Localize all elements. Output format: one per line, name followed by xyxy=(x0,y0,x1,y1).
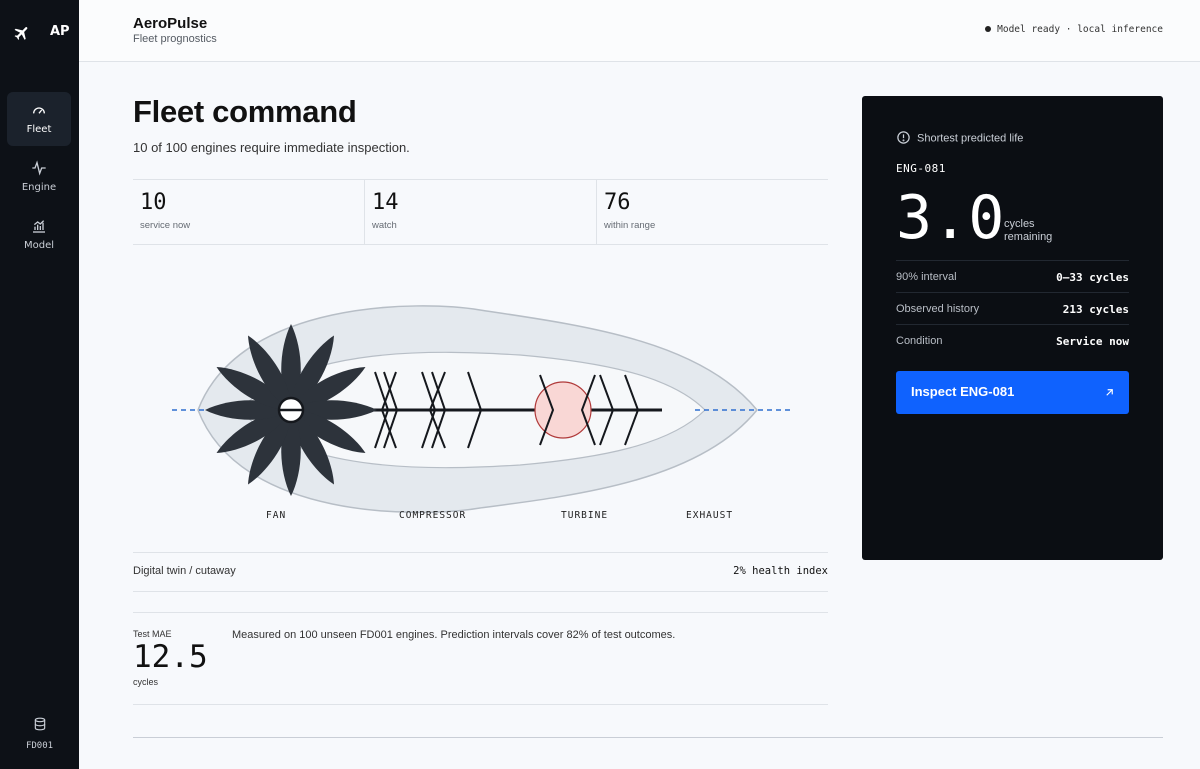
sidebar-item-fleet[interactable]: Fleet xyxy=(7,92,71,146)
divider xyxy=(133,737,1163,738)
chart-icon xyxy=(33,220,45,233)
app-title: AeroPulse xyxy=(133,15,208,32)
brand[interactable]: AP xyxy=(0,22,79,42)
inspect-engine-button[interactable]: Inspect ENG-081 xyxy=(896,371,1129,414)
sidebar: AP Fleet Engine Model FD001 xyxy=(0,0,79,769)
stat-label: watch xyxy=(372,220,397,231)
mae-value: 12.5 xyxy=(133,639,208,675)
section-label-fan: FAN xyxy=(266,510,287,521)
gauge-icon xyxy=(33,107,45,114)
page-title: Fleet command xyxy=(133,94,357,129)
stat-value: 10 xyxy=(140,190,167,215)
row-key: 90% interval xyxy=(896,271,957,283)
inspect-button-label: Inspect ENG-081 xyxy=(911,384,1015,399)
row-value: 213 cycles xyxy=(1062,303,1129,316)
header: AeroPulse Fleet prognostics Model ready … xyxy=(79,0,1200,62)
card-heading-text: Shortest predicted life xyxy=(917,132,1024,145)
cycles-remaining-value: 3.0 xyxy=(896,183,1005,253)
dataset-indicator[interactable]: FD001 xyxy=(0,716,79,751)
row-value: Service now xyxy=(1056,335,1129,348)
arrow-up-right-icon xyxy=(1106,389,1113,396)
alert-circle-icon xyxy=(897,131,910,144)
pulse-icon xyxy=(32,160,46,176)
dataset-label: FD001 xyxy=(25,741,54,751)
stat-label: service now xyxy=(140,220,191,231)
stat-value: 14 xyxy=(372,190,399,215)
row-value: 0–33 cycles xyxy=(1056,271,1129,284)
model-status: Model ready · local inference xyxy=(985,24,1163,35)
health-index: 2% health index xyxy=(733,565,828,577)
row-key: Condition xyxy=(896,335,943,347)
history-row: Observed history 213 cycles xyxy=(896,292,1129,325)
mae-unit: cycles xyxy=(133,677,159,687)
app-subtitle: Fleet prognostics xyxy=(133,33,217,45)
card-heading: Shortest predicted life xyxy=(896,131,1023,146)
stat-watch[interactable]: 14 watch xyxy=(365,180,596,244)
cycles-unit-line1: cycles xyxy=(1004,218,1035,230)
shortest-life-card: Shortest predicted life ENG-081 3.0 cycl… xyxy=(862,96,1163,560)
sidebar-item-label: Model xyxy=(23,240,55,251)
section-label-compressor: COMPRESSOR xyxy=(399,510,467,521)
cycles-unit-line2: remaining xyxy=(1004,231,1053,243)
brand-initials: AP xyxy=(50,24,70,39)
sidebar-item-engine[interactable]: Engine xyxy=(7,150,71,204)
engine-cutaway[interactable] xyxy=(133,295,828,535)
page-subtitle: 10 of 100 engines require immediate insp… xyxy=(133,140,410,155)
mae-description: Measured on 100 unseen FD001 engines. Pr… xyxy=(232,629,676,641)
engine-id: ENG-081 xyxy=(896,162,946,175)
digital-twin-row: Digital twin / cutaway 2% health index xyxy=(133,552,828,592)
sidebar-item-model[interactable]: Model xyxy=(7,208,71,262)
fleet-stats: 10 service now 14 watch 76 within range xyxy=(133,179,828,245)
mae-label: Test MAE xyxy=(133,629,172,639)
stat-within-range[interactable]: 76 within range xyxy=(597,180,828,244)
stat-value: 76 xyxy=(604,190,631,215)
stat-service-now[interactable]: 10 service now xyxy=(133,180,364,244)
section-label-exhaust: EXHAUST xyxy=(686,510,734,521)
row-key: Observed history xyxy=(896,303,980,315)
cycles-unit: cycles remaining xyxy=(1004,218,1052,244)
model-status-text: Model ready · local inference xyxy=(997,24,1163,35)
condition-row: Condition Service now xyxy=(896,324,1129,357)
status-dot-icon xyxy=(985,25,992,32)
interval-row: 90% interval 0–33 cycles xyxy=(896,260,1129,293)
database-icon xyxy=(34,717,45,731)
twin-label: Digital twin / cutaway xyxy=(133,565,236,577)
sidebar-item-label: Fleet xyxy=(26,124,52,135)
airplane-icon xyxy=(14,27,28,40)
section-label-turbine: TURBINE xyxy=(561,510,609,521)
sidebar-item-label: Engine xyxy=(21,182,57,193)
stat-label: within range xyxy=(604,220,656,231)
model-accuracy: Test MAE 12.5 cycles Measured on 100 uns… xyxy=(133,612,828,705)
